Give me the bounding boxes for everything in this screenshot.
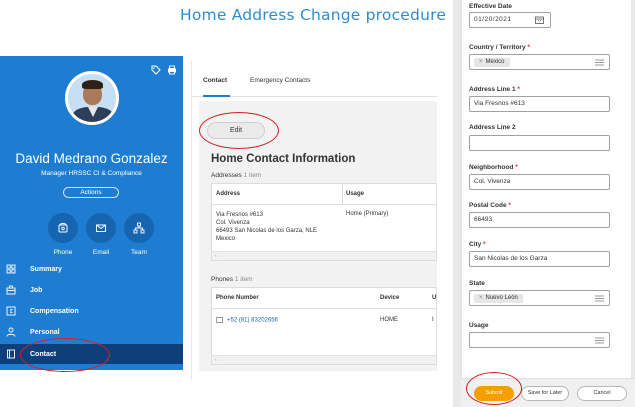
submit-button[interactable]: Submit — [474, 386, 514, 401]
column-header: Usage — [346, 191, 365, 197]
state-label: State — [469, 280, 485, 287]
compensation-icon — [6, 306, 16, 316]
postal-code-label: Postal Code * — [469, 202, 511, 209]
save-for-later-button[interactable]: Save for Later — [521, 386, 569, 401]
column-header: Phone Number — [216, 295, 259, 301]
table-header: Address Usage — [212, 184, 436, 205]
print-icon[interactable] — [167, 62, 177, 75]
phones-table: Phone Number Device U +52 (81) 83202656 … — [211, 287, 437, 365]
section-heading: Home Contact Information — [211, 153, 356, 165]
nav-item-job[interactable]: Job — [0, 280, 183, 300]
mail-icon — [96, 224, 106, 232]
column-header: Address — [216, 191, 241, 197]
table-row: +52 (81) 83202656 HOME I — [212, 309, 436, 339]
effective-date-label: Effective Date — [469, 3, 512, 10]
nav-label: Summary — [30, 265, 62, 273]
list-icon[interactable] — [595, 337, 604, 344]
phone-button[interactable] — [48, 213, 78, 243]
address-line-2-input[interactable] — [469, 135, 610, 151]
addresses-table: Address Usage Via Fresnos #613 Col. Vive… — [211, 183, 437, 261]
phones-label: Phones 1 item — [211, 276, 253, 283]
worker-profile-panel: David Medrano Gonzalez Manager HRSSC CI … — [0, 56, 183, 370]
phone-label: Phone — [53, 249, 73, 256]
table-row: Via Fresnos #613 Col. Vivenza 66493 San … — [212, 205, 436, 252]
worker-role: Manager HRSSC CI & Compliance — [41, 170, 142, 177]
tab-bar: Contact Emergency Contacts — [192, 61, 437, 97]
phone-icon — [58, 223, 68, 233]
team-icon — [133, 222, 145, 234]
nav-item-compensation[interactable]: Compensation — [0, 301, 183, 321]
country-label: Country / Territory * — [469, 44, 530, 51]
address-line-1-label: Address Line 1 * — [469, 86, 520, 93]
contact-panel: Contact Emergency Contacts Edit Home Con… — [191, 61, 437, 379]
remove-icon: × — [479, 59, 483, 65]
column-header: U — [432, 295, 437, 301]
address-line-1-input[interactable]: Via Fresnos #613 — [469, 96, 610, 112]
calendar-icon[interactable] — [535, 16, 544, 24]
email-button[interactable] — [86, 213, 116, 243]
contact-content: Edit Home Contact Information Addresses … — [199, 101, 437, 371]
postal-code-input[interactable]: 66493 — [469, 212, 610, 228]
nav-label: Job — [30, 286, 43, 294]
list-icon[interactable] — [595, 295, 604, 302]
tab-contact[interactable]: Contact — [203, 77, 231, 97]
usage-select[interactable] — [469, 332, 610, 348]
cancel-button[interactable]: Cancel — [577, 386, 627, 401]
tab-emergency-contacts[interactable]: Emergency Contacts — [250, 77, 310, 84]
country-select[interactable]: × Mexico — [469, 54, 610, 70]
team-label: Team — [131, 249, 147, 256]
nav-item-contact[interactable]: Contact — [0, 344, 183, 364]
job-icon — [6, 285, 16, 295]
page: Home Address Change procedure David Medr… — [0, 0, 635, 407]
neighborhood-label: Neighborhood * — [469, 164, 518, 171]
tag-icon[interactable] — [151, 62, 161, 75]
address-line-2-label: Address Line 2 — [469, 124, 516, 131]
nav-item-summary[interactable]: Summary — [0, 259, 183, 279]
addresses-label: Addresses 1 item — [211, 172, 262, 179]
form-footer: Submit Save for Later Cancel — [461, 378, 635, 407]
column-header: Device — [380, 295, 400, 301]
edit-address-form: Effective Date 01/20/2021 Country / Terr… — [461, 0, 631, 407]
usage-label: Usage — [469, 322, 489, 329]
edit-button[interactable]: Edit — [207, 122, 265, 139]
usage-cell: Home (Primary) — [346, 211, 389, 217]
phone-icon — [216, 317, 223, 323]
team-button[interactable] — [124, 213, 154, 243]
selected-chip[interactable]: × Mexico — [474, 58, 510, 67]
page-title: Home Address Change procedure — [180, 6, 447, 24]
nav-label: Contact — [30, 350, 57, 358]
email-label: Email — [92, 249, 110, 256]
neighborhood-input[interactable]: Col. Vivenza — [469, 174, 610, 190]
effective-date-input[interactable]: 01/20/2021 — [469, 12, 551, 28]
table-header: Phone Number Device U — [212, 288, 436, 309]
device-cell: HOME — [380, 317, 398, 323]
worker-name: David Medrano Gonzalez — [15, 151, 168, 166]
address-cell: Via Fresnos #613 Col. Vivenza 66493 San … — [216, 212, 318, 242]
selected-chip[interactable]: × Nuevo León — [474, 294, 523, 303]
nav-label: Personal — [30, 328, 60, 336]
actions-button[interactable]: Actions — [63, 187, 119, 198]
person-icon — [6, 327, 16, 337]
summary-icon — [6, 264, 16, 274]
city-input[interactable]: San Nicolas de los Garza — [469, 251, 610, 267]
list-icon[interactable] — [595, 59, 604, 66]
contact-icon — [6, 349, 16, 359]
remove-icon: × — [479, 295, 483, 301]
city-label: City * — [469, 241, 486, 248]
state-select[interactable]: × Nuevo León — [469, 290, 610, 306]
avatar[interactable] — [65, 71, 119, 125]
horizontal-scrollbar[interactable]: ‹ — [212, 355, 436, 364]
horizontal-scrollbar[interactable]: ‹ — [212, 251, 436, 260]
usage-cell: I — [432, 317, 434, 323]
nav-item-personal[interactable]: Personal — [0, 322, 183, 342]
phone-number-link[interactable]: +52 (81) 83202656 — [216, 317, 278, 324]
nav-label: Compensation — [30, 307, 79, 315]
